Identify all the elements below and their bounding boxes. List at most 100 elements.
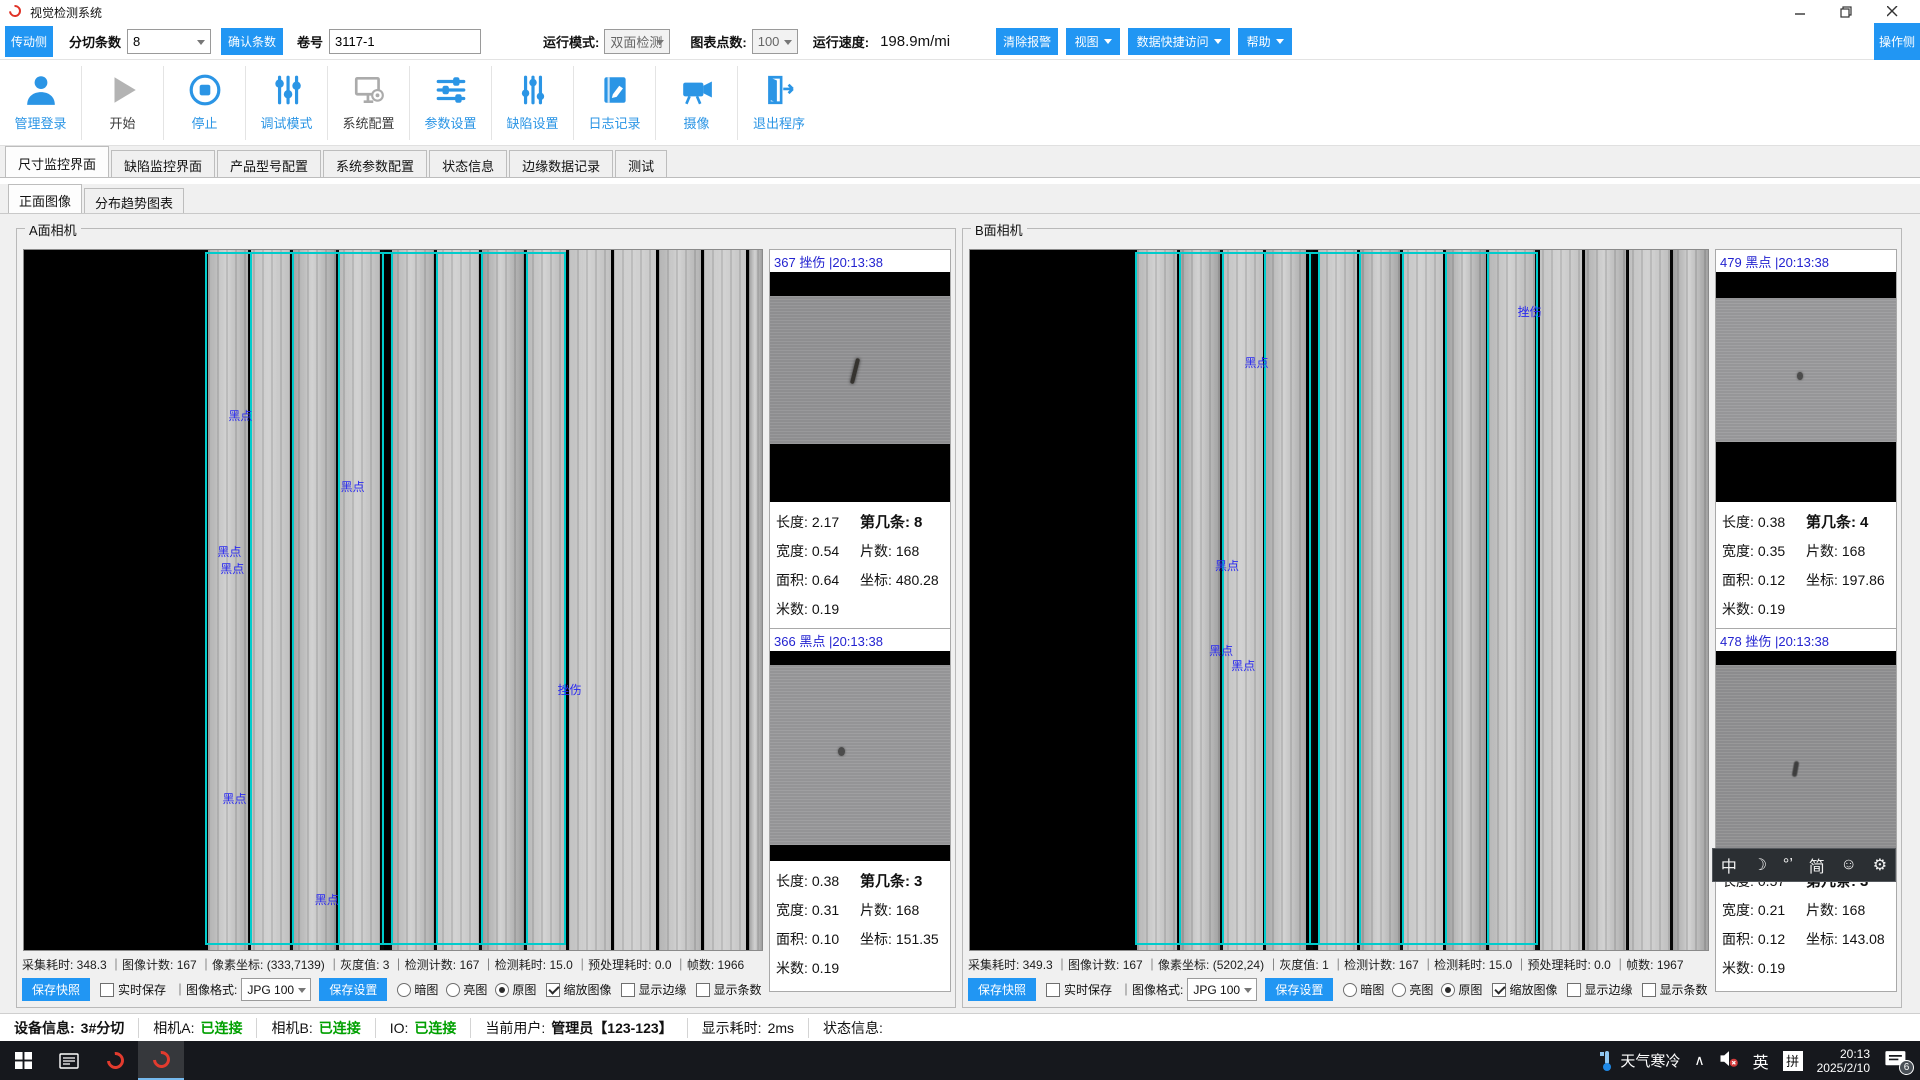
window-title: 视觉检测系统 bbox=[30, 4, 102, 21]
ime-fullwidth-icon[interactable]: ☽ bbox=[1753, 855, 1767, 875]
zoom-image-checkbox[interactable] bbox=[546, 983, 560, 997]
show-strips-label: 显示条数 bbox=[1659, 981, 1707, 998]
volume-muted-icon[interactable] bbox=[1719, 1050, 1739, 1071]
ime-emoji-icon[interactable]: ☺ bbox=[1841, 856, 1857, 874]
show-edges-checkbox[interactable] bbox=[621, 983, 635, 997]
tab-test[interactable]: 测试 bbox=[615, 150, 667, 177]
run-mode-select[interactable]: 双面检测 bbox=[604, 29, 670, 54]
notification-center-button[interactable]: 6 bbox=[1884, 1050, 1910, 1072]
taskbar-clock[interactable]: 20:13 2025/2/10 bbox=[1817, 1047, 1870, 1075]
original-image-radio[interactable] bbox=[495, 983, 509, 997]
ime-simplified-button[interactable]: 简 bbox=[1809, 853, 1825, 877]
io-connected-badge: 已连接 bbox=[414, 1018, 456, 1038]
taskbar-tray: 天气寒冷 ∧ 英 拼 20:13 2025/2/10 6 bbox=[1600, 1047, 1920, 1075]
image-format-select[interactable]: JPG 100 bbox=[1187, 978, 1257, 1001]
start-button[interactable] bbox=[0, 1041, 46, 1080]
view-menu-button[interactable]: 视图 bbox=[1066, 28, 1120, 55]
tab-defect-monitor[interactable]: 缺陷监控界面 bbox=[111, 150, 215, 177]
camera-b-image[interactable]: 挫伤 黑点 黑点 黑点 黑点 bbox=[969, 249, 1709, 951]
save-settings-button[interactable]: 保存设置 bbox=[1265, 978, 1333, 1001]
dark-image-radio[interactable] bbox=[397, 983, 411, 997]
tab-system-params[interactable]: 系统参数配置 bbox=[323, 150, 427, 177]
show-edges-checkbox[interactable] bbox=[1567, 983, 1581, 997]
help-menu-button[interactable]: 帮助 bbox=[1238, 28, 1292, 55]
param-settings-button[interactable]: 参数设置 bbox=[410, 66, 492, 140]
system-config-button[interactable]: 系统配置 bbox=[328, 66, 410, 140]
subtab-front-image[interactable]: 正面图像 bbox=[8, 184, 82, 213]
clear-alarm-button[interactable]: 清除报警 bbox=[996, 28, 1058, 55]
camera-a-title: A面相机 bbox=[25, 220, 81, 239]
original-image-radio[interactable] bbox=[1441, 983, 1455, 997]
data-access-menu-button[interactable]: 数据快捷访问 bbox=[1128, 28, 1230, 55]
show-strips-checkbox[interactable] bbox=[696, 983, 710, 997]
subtab-trend-chart[interactable]: 分布趋势图表 bbox=[84, 188, 184, 213]
realtime-save-checkbox[interactable] bbox=[100, 983, 114, 997]
minimize-button[interactable] bbox=[1778, 0, 1823, 23]
image-format-select[interactable]: JPG 100 bbox=[241, 978, 311, 1001]
exit-program-button[interactable]: 退出程序 bbox=[738, 66, 820, 140]
icon-toolbar: 管理登录 开始 停止 调试模式 系统配置 参数设置 缺陷设置 日志记录 摄像 退… bbox=[0, 60, 1920, 146]
taskbar-app-button-active[interactable] bbox=[138, 1041, 184, 1080]
defect-settings-button[interactable]: 缺陷设置 bbox=[492, 66, 574, 140]
zoom-image-checkbox[interactable] bbox=[1492, 983, 1506, 997]
camera-a-defect-sidebar: 367 挫伤 |20:13:38 长度:2.17 宽度:0.54 面积:0.64… bbox=[769, 249, 951, 1007]
system-config-icon bbox=[349, 70, 389, 110]
ime-mode-button[interactable]: 中 bbox=[1721, 853, 1737, 877]
restore-button[interactable] bbox=[1823, 0, 1868, 23]
defect-card[interactable]: 479 黑点 |20:13:38 长度:0.38 宽度:0.35 面积:0.12… bbox=[1715, 249, 1897, 633]
show-strips-checkbox[interactable] bbox=[1642, 983, 1656, 997]
bright-image-label: 亮图 bbox=[463, 981, 487, 998]
current-user-segment: 当前用户:管理员【123-123】 bbox=[471, 1018, 687, 1038]
defect-overlay-label: 黑点 bbox=[1209, 642, 1233, 659]
defect-card[interactable]: 478 挫伤 |20:13:38 长度:0.57 宽度:0.21 面积:0.12… bbox=[1715, 628, 1897, 992]
start-button[interactable]: 开始 bbox=[82, 66, 164, 140]
chevron-down-icon bbox=[298, 988, 306, 993]
taskbar: 天气寒冷 ∧ 英 拼 20:13 2025/2/10 6 bbox=[0, 1041, 1920, 1080]
defect-stats: 长度:2.17 宽度:0.54 面积:0.64 米数:0.19 第几条:8 片数… bbox=[770, 502, 950, 632]
tab-status-info[interactable]: 状态信息 bbox=[429, 150, 507, 177]
dark-image-radio[interactable] bbox=[1343, 983, 1357, 997]
roll-number-input[interactable] bbox=[329, 29, 481, 54]
close-button[interactable] bbox=[1870, 0, 1915, 23]
defect-card[interactable]: 366 黑点 |20:13:38 长度:0.38 宽度:0.31 面积:0.10… bbox=[769, 628, 951, 992]
save-snapshot-button[interactable]: 保存快照 bbox=[968, 978, 1036, 1001]
tab-edge-data[interactable]: 边缘数据记录 bbox=[509, 150, 613, 177]
confirm-count-button[interactable]: 确认条数 bbox=[221, 28, 283, 55]
chart-points-select[interactable]: 100 bbox=[752, 29, 798, 54]
tray-expand-chevron[interactable]: ∧ bbox=[1694, 1052, 1704, 1069]
log-record-button[interactable]: 日志记录 bbox=[574, 66, 656, 140]
camera-b-title: B面相机 bbox=[971, 220, 1027, 239]
ime-settings-gear-icon[interactable]: ⚙ bbox=[1873, 855, 1887, 875]
tab-product-config[interactable]: 产品型号配置 bbox=[217, 150, 321, 177]
save-snapshot-button[interactable]: 保存快照 bbox=[22, 978, 90, 1001]
bright-image-radio[interactable] bbox=[446, 983, 460, 997]
task-view-button[interactable] bbox=[46, 1041, 92, 1080]
defect-overlay-label: 黑点 bbox=[228, 407, 252, 424]
tab-size-monitor[interactable]: 尺寸监控界面 bbox=[5, 146, 109, 177]
operator-side-button[interactable]: 操作侧 bbox=[1874, 23, 1920, 60]
debug-mode-icon bbox=[267, 70, 307, 110]
defect-overlay-label: 黑点 bbox=[223, 790, 247, 807]
defect-card[interactable]: 367 挫伤 |20:13:38 长度:2.17 宽度:0.54 面积:0.64… bbox=[769, 249, 951, 633]
realtime-save-checkbox[interactable] bbox=[1046, 983, 1060, 997]
stop-button[interactable]: 停止 bbox=[164, 66, 246, 140]
ime-punctuation-icon[interactable]: °’ bbox=[1783, 856, 1793, 874]
capture-camera-button[interactable]: 摄像 bbox=[656, 66, 738, 140]
admin-login-button[interactable]: 管理登录 bbox=[0, 66, 82, 140]
camera-b-save-row: 保存快照 实时保存 ｜图像格式: JPG 100 保存设置 暗图 亮图 原图 缩… bbox=[968, 976, 1710, 1003]
admin-login-icon bbox=[21, 70, 61, 110]
ime-pinyin-badge[interactable]: 拼 bbox=[1783, 1051, 1803, 1071]
chevron-down-icon bbox=[1276, 39, 1284, 44]
save-settings-button[interactable]: 保存设置 bbox=[319, 978, 387, 1001]
slit-count-label: 分切条数 bbox=[69, 32, 121, 51]
bright-image-radio[interactable] bbox=[1392, 983, 1406, 997]
weather-widget[interactable]: 天气寒冷 bbox=[1600, 1050, 1680, 1072]
camera-a-image[interactable]: 黑点 黑点 黑点 黑点 挫伤 黑点 黑点 bbox=[23, 249, 763, 951]
drive-side-button[interactable]: 传动侧 bbox=[5, 26, 53, 57]
defect-header: 366 黑点 |20:13:38 bbox=[770, 629, 950, 651]
ime-language-indicator[interactable]: 英 bbox=[1753, 1049, 1769, 1073]
taskbar-app-button[interactable] bbox=[92, 1041, 138, 1080]
app-logo-icon bbox=[7, 3, 24, 20]
debug-mode-button[interactable]: 调试模式 bbox=[246, 66, 328, 140]
slit-count-select[interactable]: 8 bbox=[127, 29, 211, 54]
